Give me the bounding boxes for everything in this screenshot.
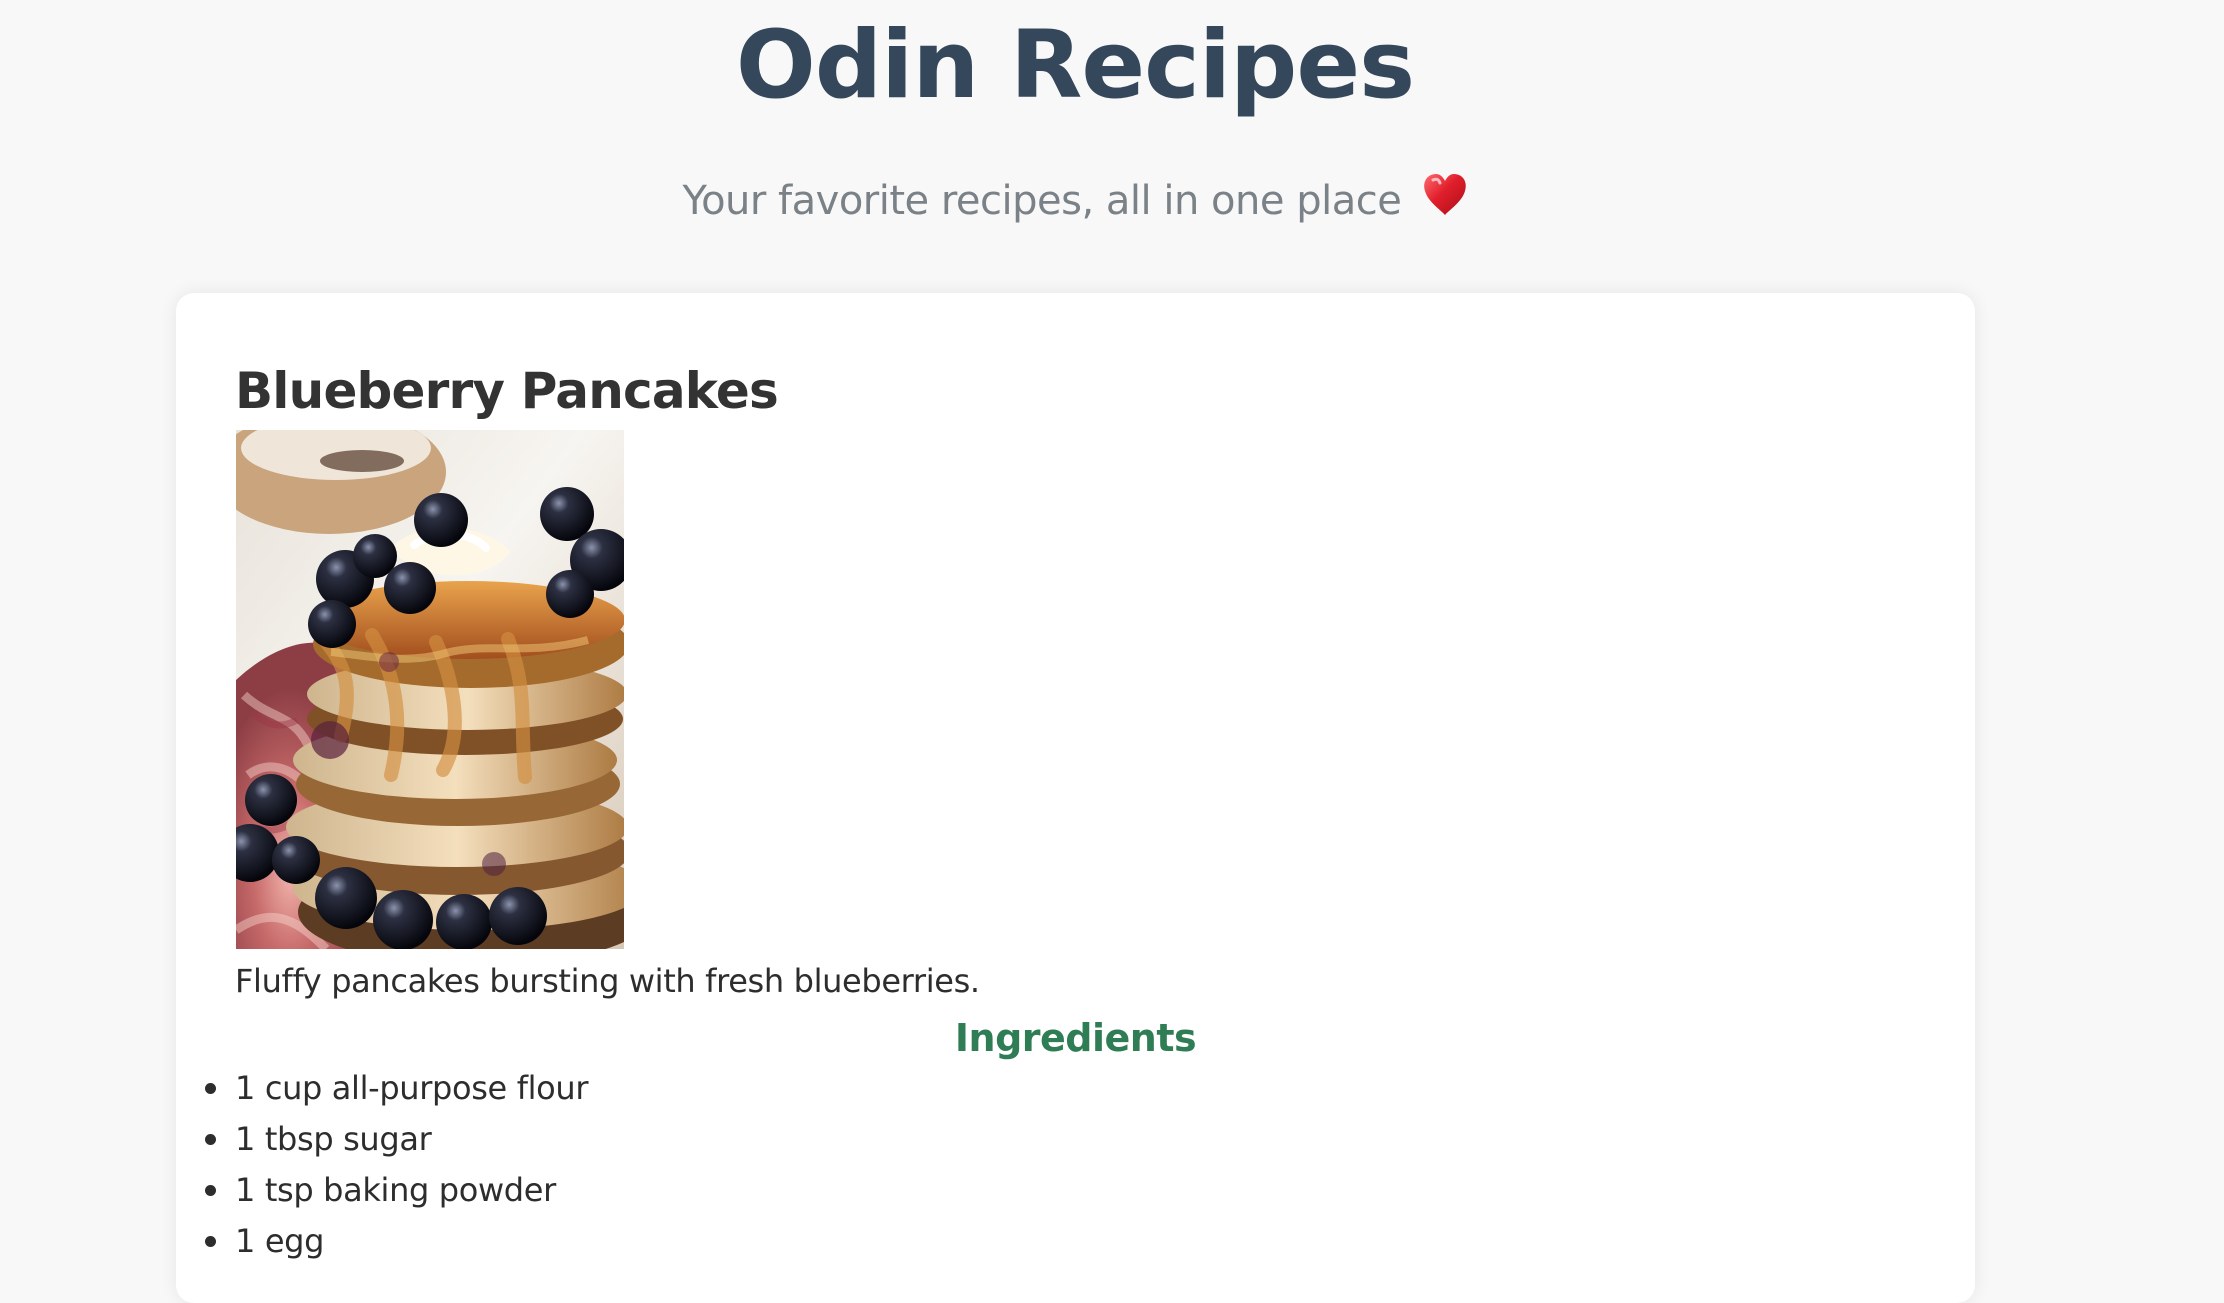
site-tagline: Your favorite recipes, all in one place [0,165,2150,237]
ingredients-heading: Ingredients [954,1016,1197,1060]
tagline-text: Your favorite recipes, all in one place [682,178,1402,224]
recipe-description: Fluffy pancakes bursting with fresh blue… [235,962,980,1000]
bullet-icon [205,1134,216,1145]
ingredient-text: 1 egg [235,1222,325,1260]
ingredients-list: 1 cup all-purpose flour 1 tbsp sugar 1 t… [205,1063,589,1267]
ingredient-text: 1 tbsp sugar [235,1120,432,1158]
blueberry-pancakes-image [236,430,624,949]
heart-icon [1422,171,1468,219]
site-title: Odin Recipes [735,11,1415,120]
ingredient-text: 1 cup all-purpose flour [235,1069,589,1107]
bullet-icon [205,1083,216,1094]
ingredient-item: 1 egg [205,1216,588,1267]
ingredient-item: 1 tsp baking powder [205,1165,588,1216]
recipe-card: Blueberry Pancakes Fluffy pancakes burst… [176,293,1975,1303]
bullet-icon [205,1236,216,1247]
ingredient-item: 1 tbsp sugar [205,1114,588,1165]
ingredient-text: 1 tsp baking powder [235,1171,556,1209]
bullet-icon [205,1185,216,1196]
recipe-title: Blueberry Pancakes [235,362,779,420]
ingredient-item: 1 cup all-purpose flour [205,1063,589,1114]
